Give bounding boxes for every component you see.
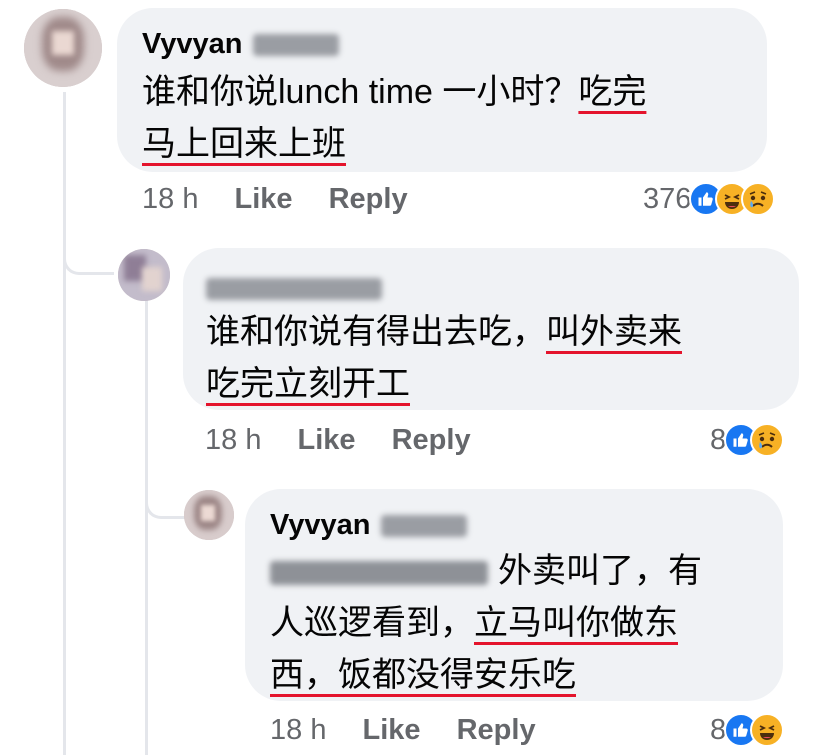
comment-line: 谁和你说lunch time 一小时？吃完: [142, 73, 647, 111]
blurred-author-name: [206, 278, 382, 301]
thread-line-branch-1: [63, 230, 114, 275]
blurred-mention[interactable]: [270, 561, 488, 586]
comment-author[interactable]: Vyvyan: [270, 509, 467, 542]
comment-line: 吃完立刻开工: [206, 365, 410, 403]
comment-text: 外卖叫了，有 人巡逻看到，立马叫你做东 西，饭都没得安乐吃: [270, 545, 702, 701]
sad-reaction-icon: [750, 423, 785, 457]
avatar[interactable]: [184, 490, 234, 540]
blurred-surname: [252, 34, 339, 57]
like-button[interactable]: Like: [235, 183, 293, 215]
reaction-summary[interactable]: 8: [710, 423, 785, 457]
comment-line: 西，饭都没得安乐吃: [270, 656, 576, 694]
comment-meta: 18 h Like Reply: [205, 424, 471, 457]
reaction-summary[interactable]: 8: [710, 713, 785, 747]
comment-bubble: 谁和你说有得出去吃，叫外卖来 吃完立刻开工: [183, 248, 799, 410]
author-name[interactable]: Vyvyan: [142, 28, 243, 60]
reply-button[interactable]: Reply: [329, 183, 408, 215]
reply-button[interactable]: Reply: [457, 714, 536, 746]
thread-line-branch-2: [145, 470, 186, 519]
comment-meta: 18 h Like Reply: [142, 183, 408, 216]
timestamp[interactable]: 18 h: [205, 424, 261, 456]
comment-bubble: Vyvyan 谁和你说lunch time 一小时？吃完 马上回来上班: [117, 8, 767, 172]
comment-line: 马上回来上班: [142, 125, 346, 163]
reaction-count: 376: [643, 182, 692, 215]
reaction-summary[interactable]: 376: [643, 182, 776, 216]
comment-author[interactable]: [206, 272, 382, 305]
avatar[interactable]: [24, 9, 102, 87]
comment-bubble: Vyvyan 外卖叫了，有 人巡逻看到，立马叫你做东 西，饭都没得安乐吃: [245, 489, 783, 701]
reply-button[interactable]: Reply: [392, 424, 471, 456]
comment-line: 人巡逻看到，立马叫你做东: [270, 604, 678, 642]
comment-text: 谁和你说lunch time 一小时？吃完 马上回来上班: [142, 66, 646, 170]
comment-line: 谁和你说有得出去吃，叫外卖来: [206, 313, 682, 351]
like-button[interactable]: Like: [363, 714, 421, 746]
blurred-surname: [380, 515, 467, 538]
thread-line-main: [63, 92, 66, 755]
comment-text: 谁和你说有得出去吃，叫外卖来 吃完立刻开工: [206, 306, 682, 410]
comment-meta: 18 h Like Reply: [270, 714, 536, 747]
like-button[interactable]: Like: [298, 424, 356, 456]
thread-line-nested: [145, 300, 148, 755]
sad-reaction-icon: [741, 182, 776, 216]
avatar[interactable]: [118, 249, 170, 301]
author-name[interactable]: Vyvyan: [270, 509, 371, 541]
comment-line: 外卖叫了，有: [270, 545, 702, 597]
comment-author[interactable]: Vyvyan: [142, 28, 339, 61]
haha-reaction-icon: [750, 713, 785, 747]
timestamp[interactable]: 18 h: [142, 183, 198, 215]
timestamp[interactable]: 18 h: [270, 714, 326, 746]
